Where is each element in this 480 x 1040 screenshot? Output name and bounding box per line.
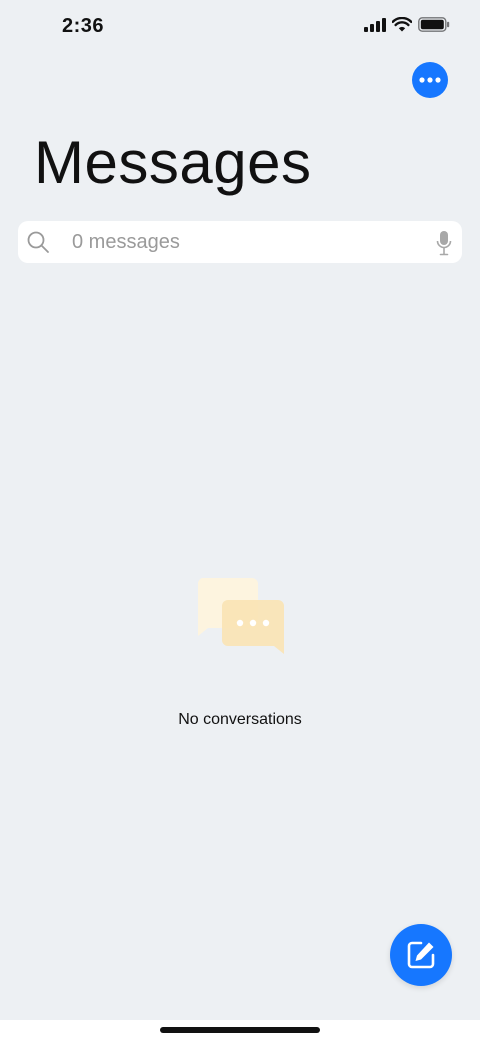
wifi-icon bbox=[392, 17, 412, 32]
page-title: Messages bbox=[34, 129, 312, 196]
search-icon bbox=[27, 231, 49, 253]
more-button[interactable] bbox=[412, 62, 448, 98]
status-icons bbox=[364, 17, 450, 32]
compose-icon bbox=[407, 941, 435, 969]
search-input[interactable] bbox=[72, 221, 432, 263]
battery-icon bbox=[418, 17, 450, 32]
status-bar: 2:36 bbox=[0, 0, 480, 56]
mic-icon[interactable] bbox=[436, 230, 452, 256]
more-icon bbox=[419, 77, 441, 83]
signal-icon bbox=[364, 17, 386, 32]
search-bar[interactable] bbox=[18, 221, 462, 263]
chat-bubbles-icon bbox=[197, 578, 284, 654]
empty-state-text: No conversations bbox=[178, 711, 302, 728]
home-indicator[interactable] bbox=[160, 1027, 320, 1033]
compose-button[interactable] bbox=[390, 924, 452, 986]
status-time: 2:36 bbox=[62, 15, 105, 37]
